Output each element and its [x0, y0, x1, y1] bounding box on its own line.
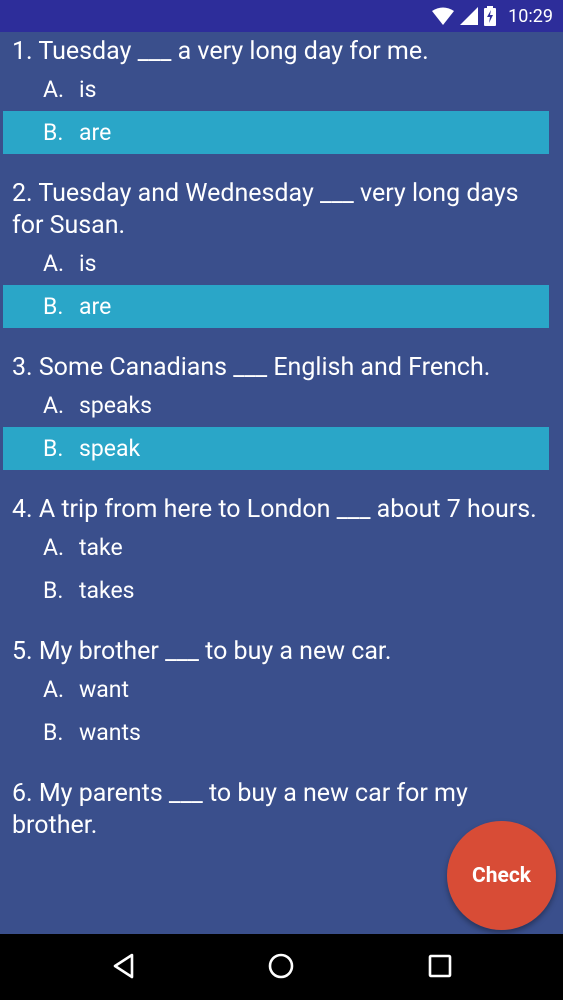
option-letter: B.: [43, 719, 64, 746]
question-spacer: [0, 154, 563, 174]
option-text: is: [79, 250, 97, 277]
quiz-list[interactable]: 1. Tuesday ___ a very long day for me. A.…: [0, 32, 563, 934]
question-spacer: [0, 754, 563, 774]
answer-option[interactable]: A. is: [3, 242, 549, 285]
option-text: speak: [79, 435, 141, 462]
option-letter: A.: [43, 534, 65, 561]
answer-option[interactable]: A. is: [3, 68, 549, 111]
wifi-icon: [432, 7, 455, 25]
question-text: 3. Some Canadians ___ English and French…: [12, 353, 491, 382]
option-letter: A.: [43, 76, 65, 103]
battery-icon: [484, 6, 497, 26]
option-letter: B.: [43, 293, 64, 320]
option-text: are: [79, 293, 112, 320]
option-text: are: [79, 119, 112, 146]
navigation-bar: [0, 934, 563, 1000]
answer-option[interactable]: A. want: [3, 668, 549, 711]
answer-option[interactable]: B. takes: [3, 569, 549, 612]
option-letter: A.: [43, 250, 65, 277]
option-letter: A.: [43, 676, 65, 703]
answer-option[interactable]: A. speaks: [3, 384, 549, 427]
answer-option[interactable]: B. are: [3, 285, 549, 328]
option-text: speaks: [79, 392, 153, 419]
check-button[interactable]: Check: [447, 821, 556, 930]
signal-icon: [460, 7, 479, 25]
option-text: is: [79, 76, 97, 103]
back-icon[interactable]: [110, 952, 138, 980]
home-icon[interactable]: [267, 952, 295, 980]
question-text: 1. Tuesday ___ a very long day for me.: [12, 37, 429, 66]
status-bar: 10:29: [0, 0, 563, 32]
question-text: 5. My brother ___ to buy a new car.: [12, 637, 392, 666]
option-letter: B.: [43, 119, 64, 146]
question-spacer: [0, 612, 563, 632]
option-text: take: [79, 534, 123, 561]
question-spacer: [0, 328, 563, 348]
option-letter: B.: [43, 577, 64, 604]
option-text: takes: [79, 577, 135, 604]
option-text: wants: [79, 719, 141, 746]
answer-option[interactable]: B. speak: [3, 427, 549, 470]
option-letter: B.: [43, 435, 64, 462]
answer-option[interactable]: B. wants: [3, 711, 549, 754]
answer-option[interactable]: A. take: [3, 526, 549, 569]
question-spacer: [0, 470, 563, 490]
status-icons: 10:29: [432, 0, 553, 32]
status-time: 10:29: [508, 5, 553, 27]
option-letter: A.: [43, 392, 65, 419]
answer-option[interactable]: B. are: [3, 111, 549, 154]
question-text: 2. Tuesday and Wednesday ___ very long d…: [12, 179, 519, 240]
recents-icon[interactable]: [427, 952, 453, 980]
question-text: 4. A trip from here to London ___ about …: [12, 495, 537, 524]
option-text: want: [79, 676, 130, 703]
